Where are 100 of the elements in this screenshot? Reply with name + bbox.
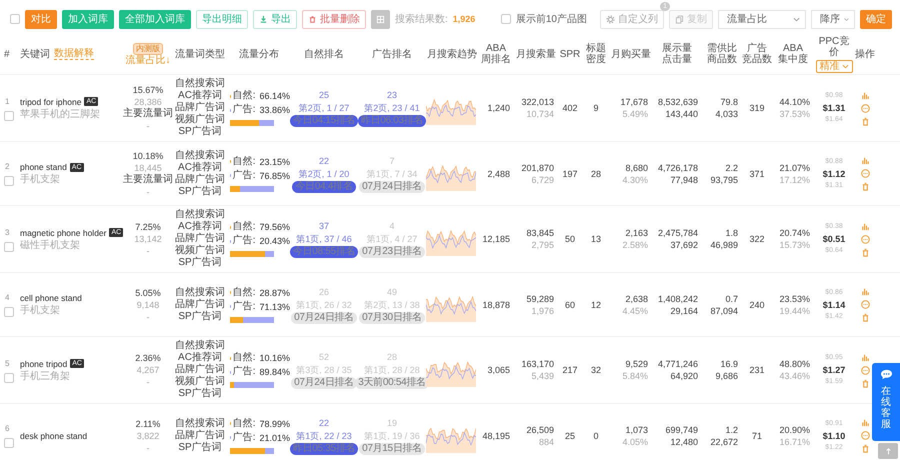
row-checkbox[interactable]: [4, 372, 14, 382]
keyword-text[interactable]: phone stand: [20, 161, 67, 173]
toolbar-button[interactable]: 加入词库: [62, 10, 114, 28]
online-support-button[interactable]: 在线客服: [872, 363, 900, 441]
keyword-type: SP广告词: [178, 310, 222, 322]
scroll-top-button[interactable]: [878, 443, 898, 459]
rank-number: 26: [318, 286, 329, 298]
toolbar-button[interactable]: 导出明细: [196, 10, 248, 28]
keyword-text[interactable]: phone tripod: [20, 358, 68, 370]
select-all-checkbox[interactable]: [10, 14, 20, 24]
purchase-rate: 4.30%: [622, 174, 648, 186]
row-checkbox[interactable]: [4, 176, 14, 186]
keyword-text[interactable]: magnetic phone holder: [20, 226, 106, 238]
column-header: 流量词类型: [175, 48, 225, 60]
impressions: 8,532,639: [658, 96, 698, 108]
trash-icon[interactable]: [860, 248, 870, 256]
impressions: 4,726,178: [658, 162, 698, 174]
rank-number: 28: [386, 351, 397, 363]
clicks: 64,920: [670, 370, 698, 382]
row-checkbox[interactable]: [4, 307, 14, 317]
spr-value: 217: [562, 364, 578, 376]
more-icon[interactable]: [860, 431, 870, 440]
aba-concentration: 44.10%: [779, 96, 810, 108]
impressions: 1,408,242: [658, 292, 698, 304]
column-header: 月购买量: [611, 48, 651, 60]
rank-time-pill: 昨日06:03排名: [358, 115, 426, 127]
rank-page: 第2页, 1 / 20: [298, 168, 350, 180]
keyword-type: 自然搜索词: [175, 340, 225, 352]
toolbar-button[interactable]: 对比: [25, 10, 57, 28]
note-text: -: [146, 310, 150, 322]
sort-field-select[interactable]: 流量占比: [718, 10, 806, 28]
product-count: 9,686: [715, 370, 738, 382]
rank-time-pill: 07月24日排名: [359, 180, 425, 192]
rank-page: 第1页, 26 / 32: [296, 298, 352, 310]
product-count: 93,795: [710, 174, 738, 186]
spr-value: 60: [564, 298, 575, 310]
traffic-tag: 主要流量词: [123, 174, 173, 186]
keyword-type: 视频广告词: [175, 245, 225, 256]
natural-share: 10.16%: [259, 352, 290, 364]
keyword-type: 自然搜索词: [175, 78, 225, 90]
rank-page: 第1页, 19 / 36: [364, 430, 420, 442]
keyword-translation: 磁性手机支架: [20, 240, 81, 252]
ppc-bid: $1.14: [822, 298, 846, 310]
more-icon[interactable]: [860, 104, 870, 112]
trash-icon[interactable]: [860, 378, 870, 388]
note-text: -: [146, 120, 150, 132]
keyword-type: SP广告词: [178, 442, 222, 454]
title-density: 13: [590, 233, 601, 245]
up-arrow-icon: [884, 446, 892, 456]
ppc-bid: $1.12: [822, 168, 846, 180]
column-header: 月搜索量: [516, 48, 556, 60]
bar-chart-icon[interactable]: [860, 418, 870, 427]
beta-badge: 内测版: [133, 42, 163, 54]
trash-icon[interactable]: [860, 313, 870, 322]
keyword-text[interactable]: tripod for iphone: [20, 96, 82, 108]
traffic-share: 5.05%: [135, 286, 161, 298]
trash-icon: [308, 14, 317, 24]
confirm-button[interactable]: 确定: [860, 10, 892, 28]
bar-chart-icon[interactable]: [860, 90, 870, 100]
bar-chart-icon[interactable]: [860, 352, 870, 362]
toolbar-button[interactable]: 全部加入词库: [119, 10, 191, 28]
more-icon[interactable]: [860, 169, 870, 178]
trash-icon[interactable]: [860, 182, 870, 191]
data-explanation-link[interactable]: 数据解释: [54, 48, 94, 60]
search-volume: 322,013: [521, 96, 554, 108]
natural-label: 自然:: [232, 286, 256, 298]
keyword-translation: 手机支架: [20, 305, 61, 317]
grid-button[interactable]: [371, 10, 390, 28]
more-icon[interactable]: [860, 366, 870, 374]
clicks: 29,164: [670, 304, 698, 316]
ad-label: 广告:: [232, 366, 256, 378]
purchase-rate: 4.05%: [622, 436, 648, 448]
column-header: 自然排名: [304, 48, 344, 60]
row-number: 6: [4, 423, 10, 435]
row-checkbox[interactable]: [4, 242, 14, 252]
trash-icon[interactable]: [860, 116, 870, 126]
toolbar-button[interactable]: 批量删除: [302, 10, 366, 28]
spr-value: 25: [564, 430, 575, 442]
bar-chart-icon[interactable]: [860, 287, 870, 296]
sort-order-select[interactable]: 降序: [811, 10, 855, 28]
caret-icon: [793, 16, 800, 22]
row-checkbox[interactable]: [4, 110, 14, 120]
show-images-checkbox[interactable]: [500, 14, 511, 24]
match-type-dropdown[interactable]: 精准: [816, 60, 852, 72]
aba-rank: 48,195: [482, 430, 510, 442]
rank-number: 25: [318, 89, 329, 101]
custom-columns-button[interactable]: 自定义列: [600, 10, 664, 28]
row-checkbox[interactable]: [4, 438, 14, 448]
bar-chart-icon[interactable]: [860, 156, 870, 165]
keyword-text[interactable]: cell phone stand: [20, 292, 82, 304]
toolbar-button[interactable]: 导出: [253, 10, 297, 28]
ad-product-count: 231: [749, 364, 765, 376]
bar-chart-icon[interactable]: [860, 222, 870, 230]
trash-icon[interactable]: [860, 444, 870, 453]
rank-number: 52: [318, 351, 329, 363]
keyword-text[interactable]: desk phone stand: [20, 430, 88, 442]
more-icon[interactable]: [860, 300, 870, 309]
ad-share: 21.01%: [259, 432, 290, 444]
aba-rank: 18,878: [482, 298, 510, 310]
more-icon[interactable]: [860, 234, 870, 244]
